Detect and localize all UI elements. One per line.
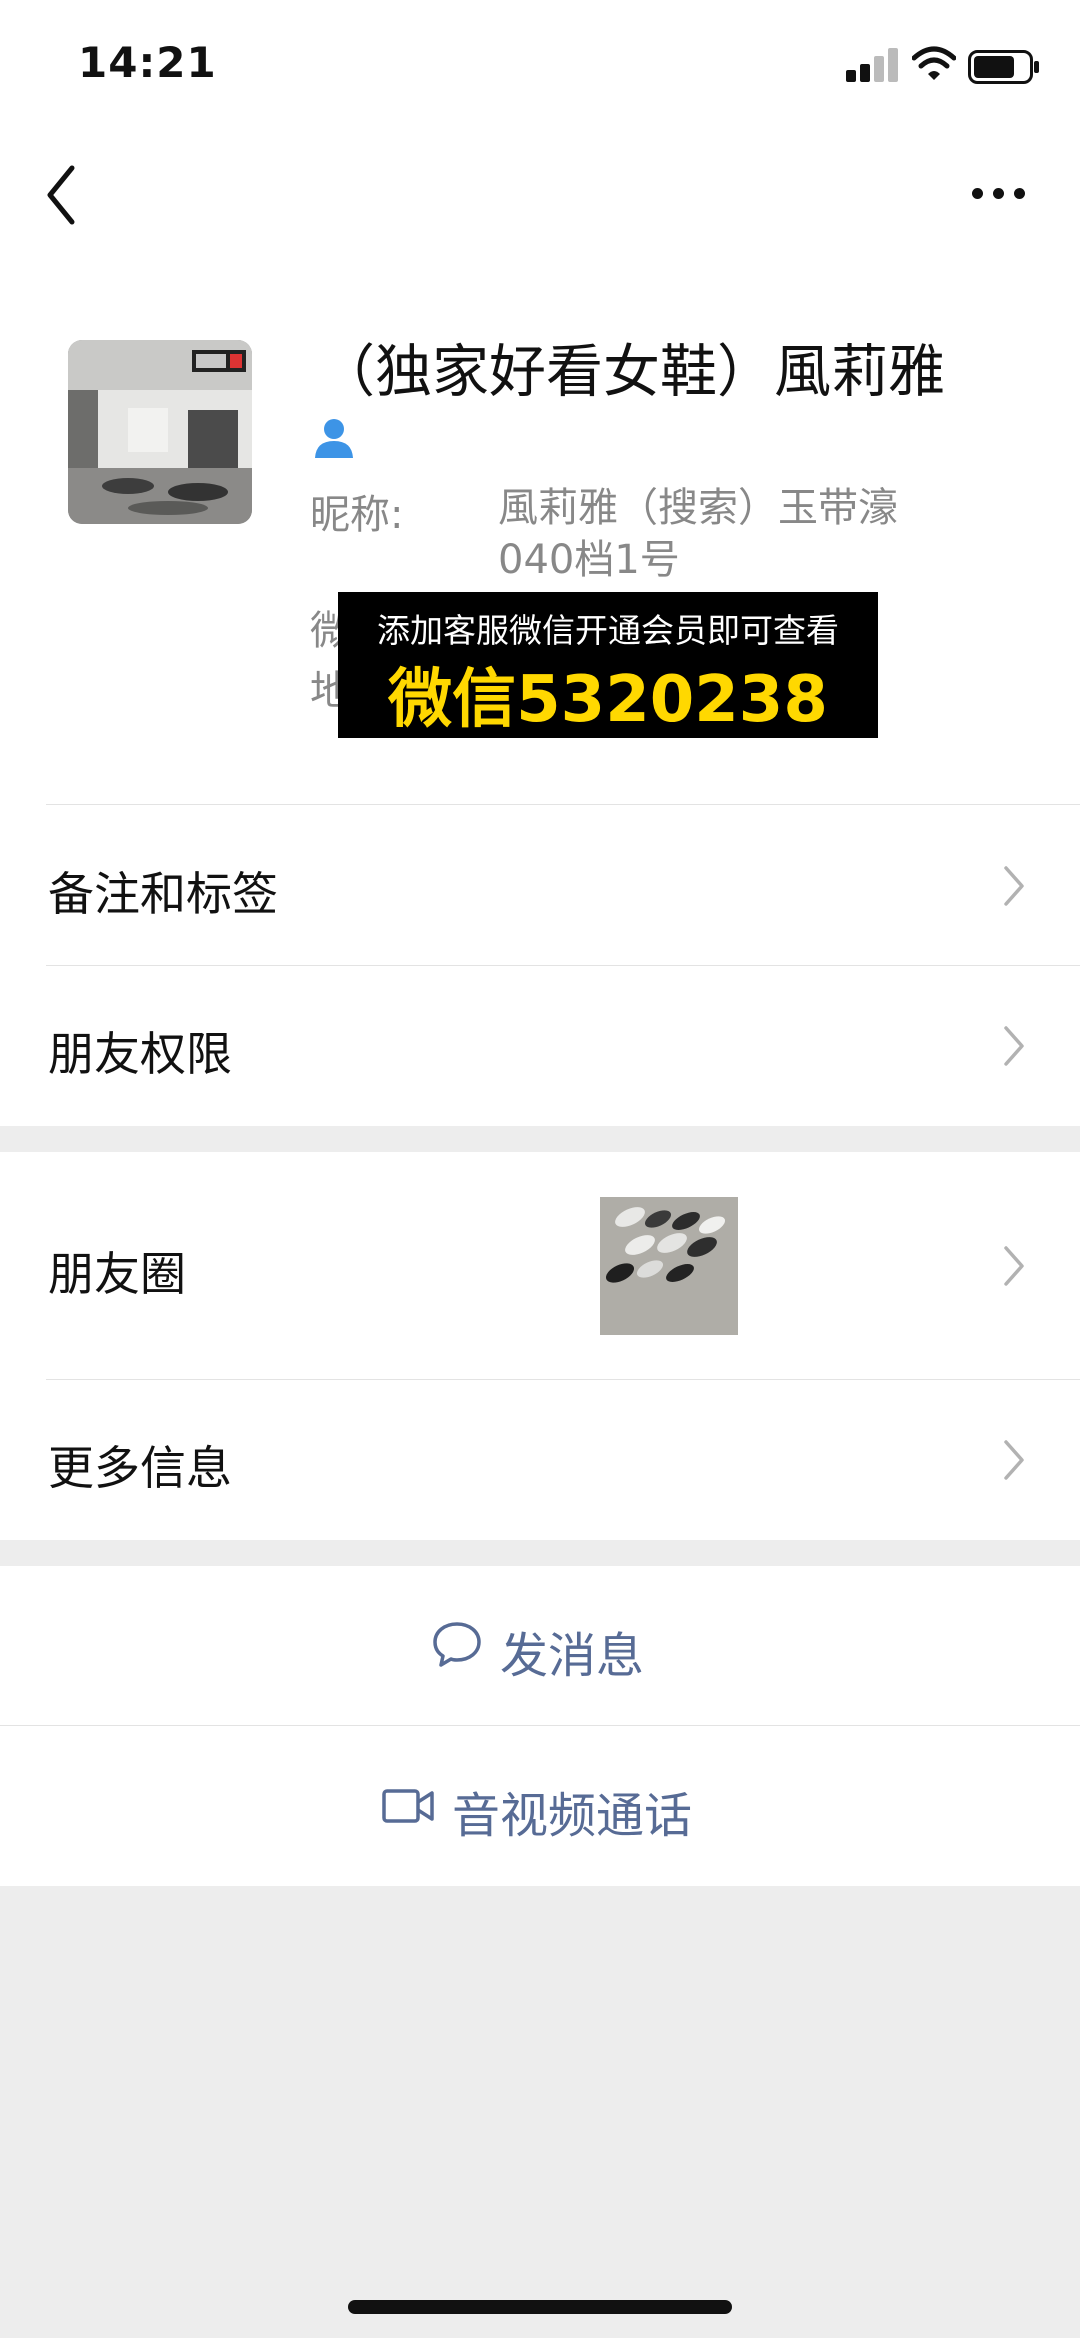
remarks-tags-row[interactable]: 备注和标签 — [0, 806, 1080, 966]
status-time: 14:21 — [78, 38, 217, 87]
video-call-label: 音视频通话 — [452, 1788, 693, 1844]
chevron-right-icon — [1004, 866, 1024, 906]
nickname-value: 風莉雅（搜索）玉带濠040档1号 — [498, 485, 898, 583]
signal-icon — [846, 48, 898, 82]
more-info-row[interactable]: 更多信息 — [0, 1380, 1080, 1540]
more-dots-icon[interactable] — [968, 182, 1028, 206]
moments-row[interactable]: 朋友圈 — [0, 1152, 1080, 1380]
profile-header: （独家好看女鞋）風莉雅 昵称: 風莉雅（搜索）玉带濠040档1号 微 地 添加客… — [0, 130, 1080, 810]
chat-bubble-icon — [433, 1622, 481, 1667]
nickname-label: 昵称: — [310, 492, 404, 538]
friend-permissions-row[interactable]: 朋友权限 — [0, 966, 1080, 1126]
chevron-right-icon — [1004, 1026, 1024, 1066]
contact-profile-page: 14:21 （独家好看女鞋）風莉雅 昵称: 風莉雅（搜索）玉带濠040档1号 微… — [0, 0, 1080, 2338]
more-info-label: 更多信息 — [48, 1441, 232, 1495]
video-call-button[interactable]: 音视频通话 — [0, 1726, 1080, 1886]
moments-thumbnail[interactable] — [600, 1197, 738, 1335]
wifi-icon — [912, 46, 956, 80]
video-camera-icon — [382, 1789, 434, 1823]
promo-line2: 微信5320238 — [388, 663, 828, 737]
divider — [46, 804, 1080, 805]
moments-label: 朋友圈 — [48, 1247, 186, 1301]
remarks-tags-label: 备注和标签 — [48, 867, 278, 921]
friend-permissions-label: 朋友权限 — [48, 1027, 232, 1081]
chevron-right-icon — [1004, 1246, 1024, 1286]
user-icon — [315, 419, 353, 458]
home-indicator — [348, 2300, 732, 2314]
avatar[interactable] — [68, 340, 252, 524]
send-message-button[interactable]: 发消息 — [0, 1566, 1080, 1726]
battery-icon — [968, 50, 1039, 84]
profile-name: （独家好看女鞋）風莉雅 — [318, 339, 945, 405]
send-message-label: 发消息 — [500, 1628, 645, 1684]
chevron-right-icon — [1004, 1440, 1024, 1480]
promo-banner: 添加客服微信开通会员即可查看 微信5320238 — [338, 592, 878, 738]
promo-line1: 添加客服微信开通会员即可查看 — [377, 611, 839, 650]
status-bar: 14:21 — [0, 0, 1080, 130]
back-icon[interactable] — [40, 160, 84, 230]
